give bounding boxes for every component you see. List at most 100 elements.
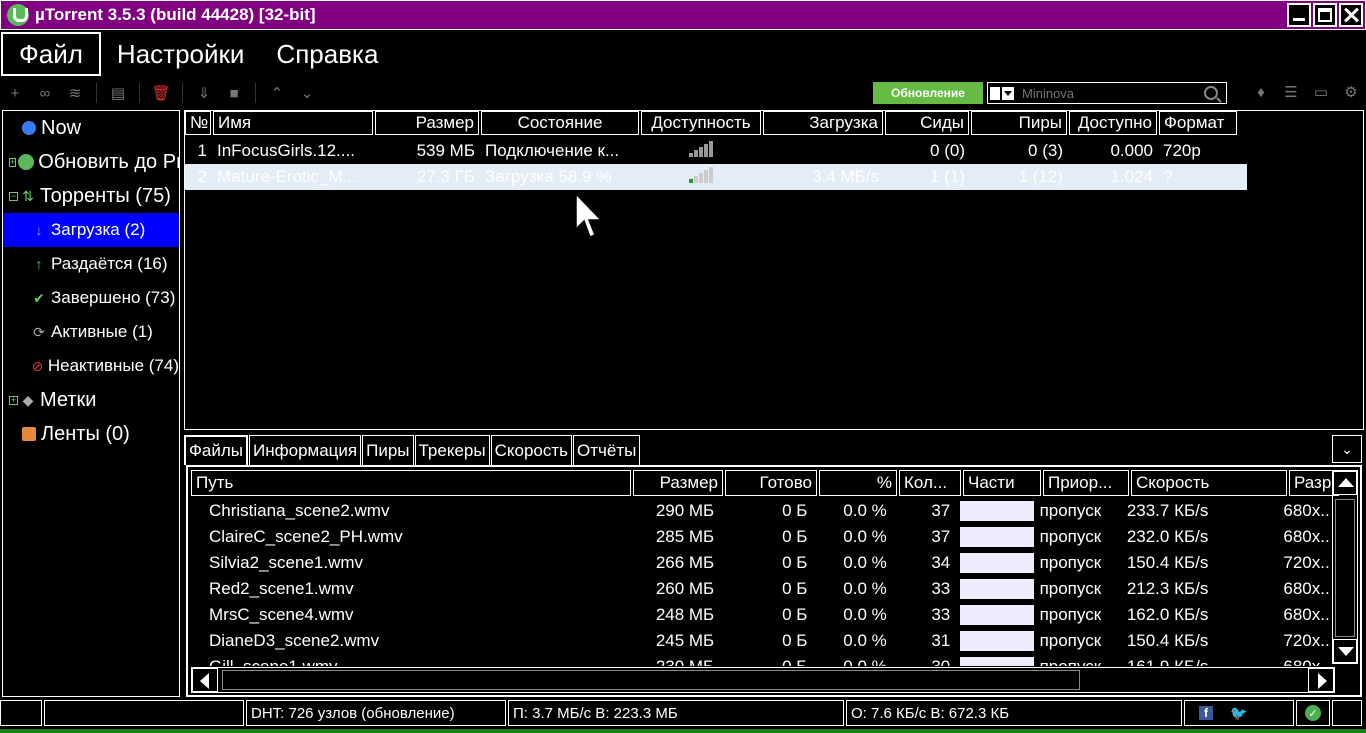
tab-trackers[interactable]: Трекеры bbox=[414, 435, 490, 465]
scroll-thumb[interactable] bbox=[1335, 499, 1355, 637]
column-availability[interactable]: Доступность bbox=[641, 111, 761, 135]
move-up-icon[interactable]: ⌃ bbox=[266, 83, 288, 103]
device-icon[interactable]: ▭ bbox=[1310, 82, 1332, 102]
sidebar-item-seeding[interactable]: ↑ Раздаётся (16) bbox=[3, 247, 179, 281]
list-item[interactable]: Gill_scene1.wmv230 МБ0 Б0.0 %30 пропуск16… bbox=[191, 654, 1331, 666]
chat-icon[interactable]: ☰ bbox=[1280, 82, 1302, 102]
list-item[interactable]: DianeD3_scene2.wmv 245 МБ 0 Б 0.0 % 31 пропус… bbox=[191, 628, 1331, 654]
file-speed: 150.4 КБ/s bbox=[1126, 553, 1209, 572]
file-speed: 161.9 КБ/s bbox=[1123, 657, 1278, 666]
search-provider-dropdown[interactable] bbox=[990, 84, 1022, 102]
column-priority[interactable]: Приор... bbox=[1043, 470, 1129, 496]
torrent-availability bbox=[641, 140, 761, 162]
column-name[interactable]: Имя bbox=[213, 111, 373, 135]
create-torrent-icon[interactable]: ▤ bbox=[107, 83, 129, 103]
list-item[interactable]: Christiana_scene2.wmv 290 МБ 0 Б 0.0 % 37 про… bbox=[191, 498, 1331, 524]
column-done[interactable]: Готово bbox=[725, 470, 817, 496]
sidebar-item-torrents[interactable]: − ⇅ Торренты (75) bbox=[3, 179, 179, 213]
document-icon bbox=[990, 86, 1000, 100]
expand-icon[interactable]: + bbox=[9, 395, 18, 405]
column-speed[interactable]: Скорость bbox=[1131, 470, 1287, 496]
column-size[interactable]: Размер bbox=[375, 111, 479, 135]
file-path: Red2_scene1.wmv bbox=[209, 579, 354, 598]
file-parts bbox=[956, 631, 1034, 651]
tab-peers[interactable]: Пиры bbox=[362, 435, 414, 465]
sidebar-item-label: Завершено (73) bbox=[51, 288, 176, 307]
sidebar-item-labels[interactable]: + ◆ Метки bbox=[3, 383, 179, 417]
sidebar-item-completed[interactable]: ✔ Завершено (73) bbox=[3, 281, 179, 315]
file-percent: 0.0 % bbox=[843, 579, 887, 598]
vertical-scrollbar[interactable] bbox=[1332, 470, 1358, 664]
column-peers[interactable]: Пиры bbox=[971, 111, 1067, 135]
column-number[interactable]: № bbox=[185, 111, 211, 135]
tab-info[interactable]: Информация bbox=[249, 435, 362, 465]
column-available[interactable]: Доступно bbox=[1069, 111, 1157, 135]
list-item[interactable]: Silvia2_scene1.wmv 266 МБ 0 Б 0.0 % 34 пропус… bbox=[191, 550, 1331, 576]
collapse-icon[interactable]: − bbox=[9, 191, 18, 201]
column-format[interactable]: Формат bbox=[1159, 111, 1237, 135]
scroll-right-icon[interactable] bbox=[1308, 668, 1334, 692]
scroll-up-icon[interactable] bbox=[1333, 471, 1357, 495]
facebook-icon[interactable]: f bbox=[1199, 706, 1213, 720]
sidebar-item-feeds[interactable]: Ленты (0) bbox=[3, 417, 179, 451]
add-link-icon[interactable]: ∞ bbox=[34, 83, 56, 103]
start-icon[interactable]: ⇓ bbox=[193, 83, 215, 103]
move-down-icon[interactable]: ⌄ bbox=[296, 83, 318, 103]
collapse-panel-button[interactable]: ⌄ bbox=[1332, 435, 1362, 463]
tab-speed[interactable]: Скорость bbox=[490, 435, 573, 465]
gear-icon[interactable]: ⚙ bbox=[1340, 82, 1362, 102]
sidebar-item-downloading[interactable]: ↓ Загрузка (2) bbox=[3, 213, 179, 247]
list-item[interactable]: MrsC_scene4.wmv 248 МБ 0 Б 0.0 % 33 пропуск 16… bbox=[191, 602, 1331, 628]
column-path[interactable]: Путь bbox=[191, 470, 631, 496]
search-icon[interactable] bbox=[1204, 86, 1218, 100]
maximize-button[interactable] bbox=[1313, 3, 1337, 27]
tab-files[interactable]: Файлы bbox=[184, 435, 249, 465]
stop-icon[interactable]: ■ bbox=[223, 83, 245, 103]
file-done: 0 Б bbox=[782, 579, 808, 598]
scroll-down-icon[interactable] bbox=[1333, 639, 1357, 663]
torrent-row-selected[interactable]: 2 Mature-Erotic_M... 27.3 ГБ Загрузка 58… bbox=[185, 164, 1247, 190]
menu-help[interactable]: Справка bbox=[260, 32, 394, 76]
window-controls bbox=[1287, 3, 1363, 27]
column-percent[interactable]: % bbox=[819, 470, 897, 496]
network-status[interactable]: ✓ bbox=[1296, 700, 1330, 726]
right-toolbar: ♦ ☰ ▭ ⚙ bbox=[1250, 82, 1362, 102]
minimize-button[interactable] bbox=[1287, 3, 1311, 27]
file-speed: 232.0 КБ/s bbox=[1126, 527, 1209, 546]
sidebar-item-inactive[interactable]: ⊘ Неактивные (74) bbox=[3, 349, 179, 383]
scroll-left-icon[interactable] bbox=[192, 668, 218, 692]
rss-add-icon[interactable]: ≋ bbox=[64, 83, 86, 103]
column-pieces[interactable]: Кол... bbox=[899, 470, 961, 496]
sidebar-item-active[interactable]: ⟳ Активные (1) bbox=[3, 315, 179, 349]
horizontal-scrollbar[interactable] bbox=[191, 667, 1335, 693]
list-item[interactable]: Red2_scene1.wmv 260 МБ 0 Б 0.0 % 33 пропуск 21… bbox=[191, 576, 1331, 602]
status-download[interactable]: П: 3.7 МБ/с В: 223.3 МБ bbox=[508, 700, 844, 726]
expand-icon[interactable]: + bbox=[9, 157, 17, 167]
menu-settings[interactable]: Настройки bbox=[101, 32, 261, 76]
status-dht[interactable]: DHT: 726 узлов (обновление) bbox=[246, 700, 506, 726]
torrent-row[interactable]: 1 InFocusGirls.12.... 539 МБ Подключение… bbox=[185, 138, 1363, 164]
column-file-size[interactable]: Размер bbox=[633, 470, 723, 496]
column-download[interactable]: Загрузка bbox=[763, 111, 883, 135]
file-percent: 0.0 % bbox=[843, 553, 887, 572]
search-input[interactable] bbox=[1022, 85, 1202, 101]
tab-logs[interactable]: Отчёты bbox=[573, 435, 641, 465]
add-torrent-icon[interactable]: + bbox=[4, 83, 26, 103]
torrent-list: № Имя Размер Состояние Доступность Загру… bbox=[184, 110, 1364, 430]
close-button[interactable] bbox=[1339, 3, 1363, 27]
file-parts bbox=[956, 553, 1034, 573]
sidebar-item-label: Неактивные (74) bbox=[47, 356, 179, 375]
sidebar-item-now[interactable]: Now bbox=[3, 111, 179, 145]
twitter-icon[interactable]: 🐦 bbox=[1230, 705, 1247, 721]
column-status[interactable]: Состояние bbox=[481, 111, 639, 135]
menu-file[interactable]: Файл bbox=[1, 32, 101, 76]
sidebar-item-upgrade-pro[interactable]: + Обновить до Pro bbox=[3, 145, 179, 179]
list-item[interactable]: ClaireC_scene2_PH.wmv 285 МБ 0 Б 0.0 % 37 про… bbox=[191, 524, 1331, 550]
update-button[interactable]: Обновление bbox=[873, 82, 983, 104]
remote-icon[interactable]: ♦ bbox=[1250, 82, 1272, 102]
remove-torrent-icon[interactable]: 🗑 bbox=[150, 83, 172, 103]
column-seeds[interactable]: Сиды bbox=[885, 111, 969, 135]
column-parts[interactable]: Части bbox=[963, 470, 1041, 496]
status-upload[interactable]: О: 7.6 КБ/с В: 672.3 КБ bbox=[846, 700, 1182, 726]
scroll-thumb[interactable] bbox=[222, 670, 1080, 690]
